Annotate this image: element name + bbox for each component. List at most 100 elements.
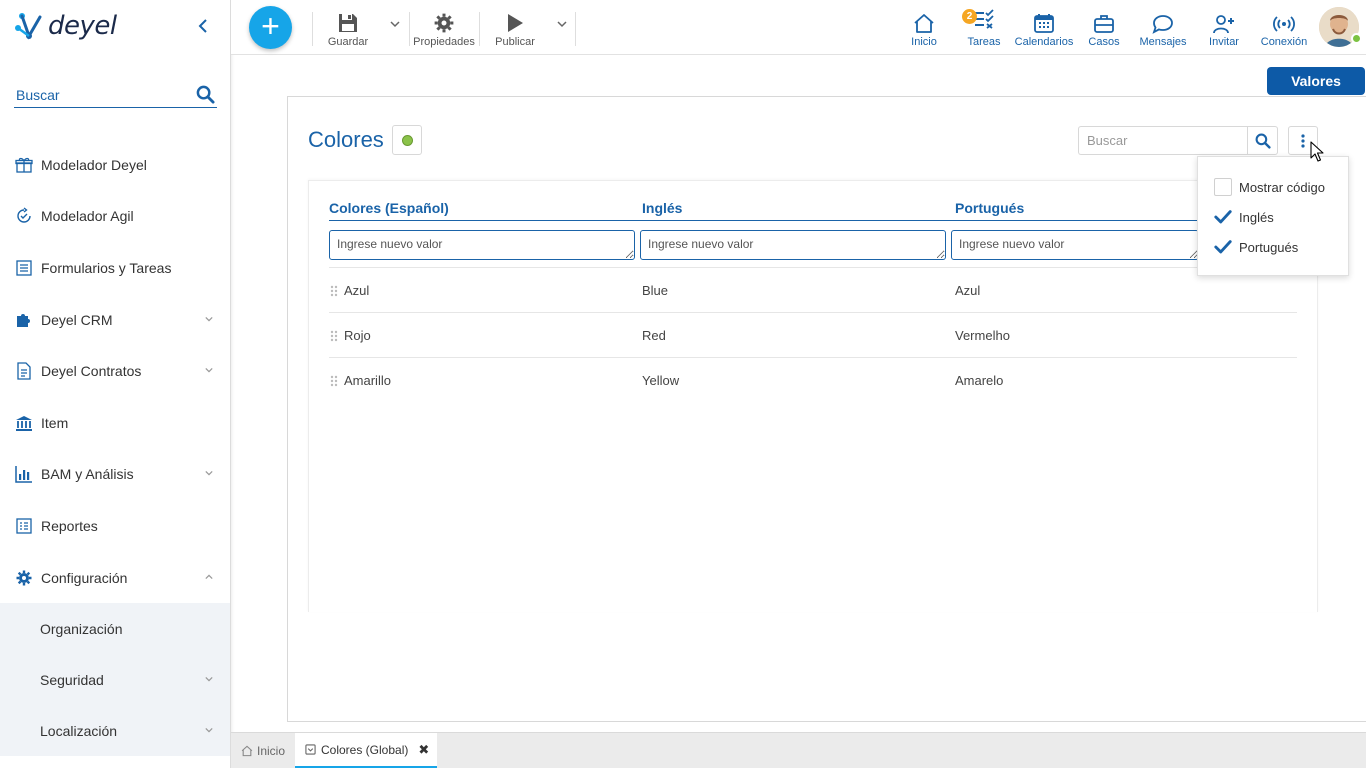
status-active-icon [401, 134, 413, 146]
publish-label: Publicar [495, 36, 535, 48]
online-status-indicator [1351, 33, 1362, 44]
save-label: Guardar [327, 36, 369, 48]
new-value-spanish-input[interactable] [329, 230, 635, 260]
table-cell[interactable]: Vermelho [955, 328, 1010, 343]
status-badge[interactable] [392, 125, 422, 155]
header-divider [329, 220, 1297, 221]
drag-handle-icon[interactable] [330, 285, 338, 297]
gear-icon [434, 13, 454, 33]
option-english[interactable]: Inglés [1214, 207, 1274, 227]
drag-handle-icon[interactable] [330, 330, 338, 342]
sidebar-subitem-seguridad[interactable]: Seguridad [0, 654, 230, 705]
table-cell[interactable]: Amarelo [955, 373, 1003, 388]
bank-icon [15, 414, 33, 432]
table-cell[interactable]: Azul [955, 283, 980, 298]
sidebar-item-reportes[interactable]: Reportes [0, 500, 230, 552]
properties-button[interactable]: Propiedades [412, 8, 476, 48]
nav-inicio[interactable]: Inicio [904, 8, 944, 48]
column-header-english[interactable]: Inglés [642, 200, 682, 216]
checkbox-checked[interactable] [1214, 238, 1232, 256]
values-search-input[interactable] [1078, 126, 1248, 155]
floppy-disk-icon [339, 14, 357, 32]
page-title: Colores [308, 127, 384, 152]
sidebar-item-label: Item [41, 414, 69, 431]
sidebar-search-input[interactable] [14, 86, 184, 103]
option-portuguese[interactable]: Portugués [1214, 237, 1298, 257]
form-icon [305, 744, 316, 755]
table-cell[interactable]: Yellow [642, 373, 679, 388]
column-header-spanish[interactable]: Colores (Español) [329, 200, 449, 216]
checkbox-unchecked[interactable] [1214, 178, 1232, 196]
top-toolbar: + Guardar Propiedades Publicar Inicio 2 … [231, 0, 1366, 55]
column-header-portuguese[interactable]: Portugués [955, 200, 1024, 216]
sidebar-item-formularios-tareas[interactable]: Formularios y Tareas [0, 242, 230, 294]
collapse-sidebar-button[interactable] [194, 15, 212, 37]
publish-button[interactable]: Publicar [491, 8, 539, 48]
play-icon [508, 14, 523, 32]
nav-label: Casos [1088, 36, 1120, 48]
form-list-icon [15, 259, 33, 277]
nav-casos[interactable]: Casos [1084, 8, 1124, 48]
option-show-code[interactable]: Mostrar código [1214, 177, 1325, 197]
sidebar-subitem-localizacion[interactable]: Localización [0, 705, 230, 756]
kebab-menu-icon [1301, 133, 1305, 148]
sidebar-item-bam-analisis[interactable]: BAM y Análisis [0, 449, 230, 501]
sidebar-item-label: BAM y Análisis [41, 466, 134, 483]
close-icon[interactable]: ✖ [418, 742, 429, 758]
table-cell[interactable]: Red [642, 328, 666, 343]
nav-label: Invitar [1209, 36, 1239, 48]
option-label: Mostrar código [1239, 179, 1325, 195]
new-value-portuguese-input[interactable] [951, 230, 1199, 260]
drag-handle-icon[interactable] [330, 375, 338, 387]
table-cell[interactable]: Azul [344, 283, 369, 298]
chevron-down-icon [205, 316, 213, 322]
checkmark-icon [1214, 240, 1232, 254]
tab-inicio[interactable]: Inicio [231, 733, 295, 768]
sidebar-item-configuracion[interactable]: Configuración [0, 552, 230, 604]
options-dropdown: Mostrar código Inglés Portugués [1197, 156, 1349, 276]
nav-label: Inicio [911, 36, 937, 48]
sidebar-item-modelador-agil[interactable]: Modelador Agil [0, 191, 230, 243]
save-dropdown-chevron-icon[interactable] [389, 18, 401, 30]
table-cell[interactable]: Amarillo [344, 373, 391, 388]
sidebar-subitem-organizacion[interactable]: Organización [0, 603, 230, 654]
tab-colores-global[interactable]: Colores (Global) ✖ [295, 733, 437, 768]
sidebar-item-deyel-crm[interactable]: Deyel CRM [0, 294, 230, 346]
toolbar-divider [575, 12, 576, 46]
checkbox-checked[interactable] [1214, 208, 1232, 226]
new-value-english-input[interactable] [640, 230, 946, 260]
sidebar-item-label: Modelador Agil [41, 208, 134, 225]
properties-label: Propiedades [413, 36, 475, 48]
sidebar-menu: Modelador Deyel Modelador Agil Formulari… [0, 139, 230, 757]
home-icon [914, 14, 934, 33]
nav-invitar[interactable]: Invitar [1204, 8, 1244, 48]
table-cell[interactable]: Blue [642, 283, 668, 298]
checkmark-icon [1214, 210, 1232, 224]
add-button[interactable]: + [249, 6, 292, 49]
publish-dropdown-chevron-icon[interactable] [556, 18, 568, 30]
deyel-logo[interactable]: deyel [14, 8, 117, 44]
save-button[interactable]: Guardar [327, 8, 369, 48]
sidebar-item-label: Deyel Contratos [41, 363, 142, 380]
values-button[interactable]: Valores [1267, 67, 1365, 95]
nav-conexion[interactable]: Conexión [1259, 8, 1309, 48]
row-divider [329, 312, 1297, 313]
chevron-down-icon [205, 471, 213, 476]
calendar-icon [1034, 14, 1054, 33]
sidebar-item-item[interactable]: Item [0, 397, 230, 449]
table-cell[interactable]: Rojo [344, 328, 371, 343]
deyel-logo-icon [15, 13, 42, 40]
invite-user-icon [1213, 15, 1234, 34]
nav-tareas[interactable]: 2 Tareas [962, 8, 1004, 48]
nav-mensajes[interactable]: Mensajes [1137, 8, 1189, 48]
search-icon [1255, 133, 1271, 149]
nav-calendarios[interactable]: Calendarios [1014, 8, 1074, 48]
toolbar-divider [409, 12, 410, 46]
search-icon[interactable] [196, 85, 215, 109]
sidebar-item-deyel-contratos[interactable]: Deyel Contratos [0, 345, 230, 397]
chevron-left-icon [198, 19, 207, 33]
values-search-button[interactable] [1247, 126, 1278, 155]
sidebar-item-modelador-deyel[interactable]: Modelador Deyel [0, 139, 230, 191]
sidebar-item-label: Configuración [41, 569, 128, 586]
toolbar-divider [312, 12, 313, 46]
